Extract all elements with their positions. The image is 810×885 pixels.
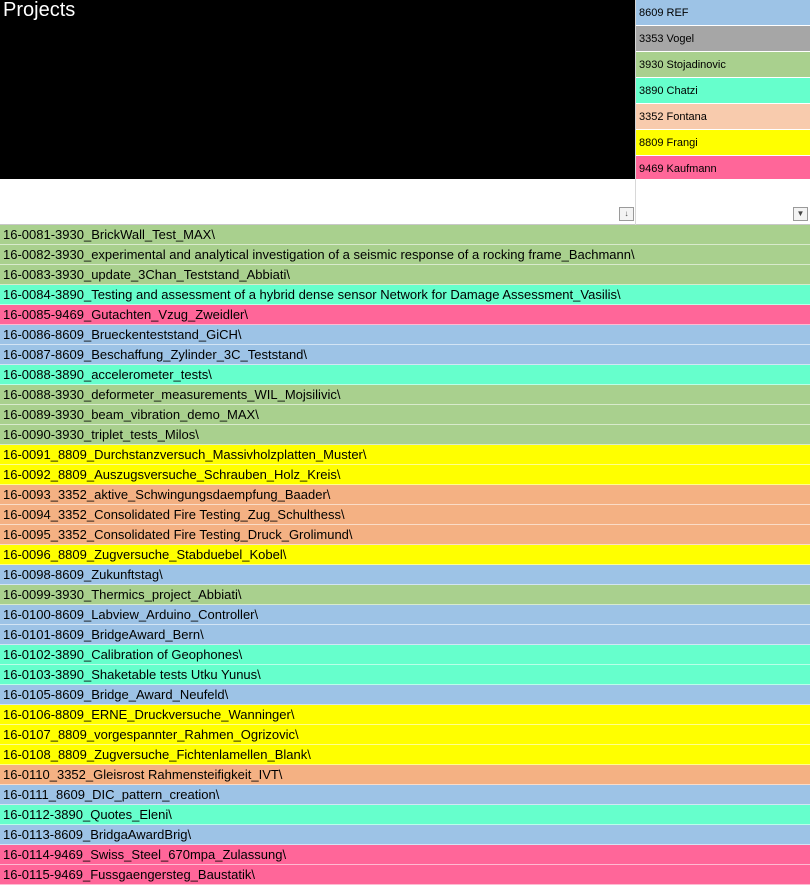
project-row[interactable]: 16-0081-3930_BrickWall_Test_MAX\: [0, 225, 810, 245]
project-row[interactable]: 16-0088-3890_accelerometer_tests\: [0, 365, 810, 385]
project-row[interactable]: 16-0107_8809_vorgespannter_Rahmen_Ogrizo…: [0, 725, 810, 745]
project-row[interactable]: 16-0106-8809_ERNE_Druckversuche_Wanninge…: [0, 705, 810, 725]
column-divider: [635, 179, 636, 225]
filter-dropdown-icon[interactable]: ▼: [793, 207, 808, 221]
legend-item[interactable]: 3353 Vogel: [636, 26, 810, 52]
project-row[interactable]: 16-0088-3930_deformeter_measurements_WIL…: [0, 385, 810, 405]
project-row[interactable]: 16-0113-8609_BridgaAwardBrig\: [0, 825, 810, 845]
page-title: Projects: [3, 0, 76, 21]
project-row[interactable]: 16-0103-3890_Shaketable tests Utku Yunus…: [0, 665, 810, 685]
project-row[interactable]: 16-0111_8609_DIC_pattern_creation\: [0, 785, 810, 805]
project-row[interactable]: 16-0115-9469_Fussgaengersteg_Baustatik\: [0, 865, 810, 885]
legend-item[interactable]: 8609 REF: [636, 0, 810, 26]
project-row[interactable]: 16-0108_8809_Zugversuche_Fichtenlamellen…: [0, 745, 810, 765]
project-list: 16-0081-3930_BrickWall_Test_MAX\ 16-0082-…: [0, 225, 810, 885]
project-row[interactable]: 16-0093_3352_aktive_Schwingungsdaempfung…: [0, 485, 810, 505]
legend-item[interactable]: 8809 Frangi: [636, 130, 810, 156]
project-row[interactable]: 16-0102-3890_Calibration of Geophones\: [0, 645, 810, 665]
project-row[interactable]: 16-0089-3930_beam_vibration_demo_MAX\: [0, 405, 810, 425]
project-row[interactable]: 16-0094_3352_Consolidated Fire Testing_Z…: [0, 505, 810, 525]
project-row[interactable]: 16-0110_3352_Gleisrost Rahmensteifigkeit…: [0, 765, 810, 785]
project-row[interactable]: 16-0096_8809_Zugversuche_Stabduebel_Kobe…: [0, 545, 810, 565]
legend-item[interactable]: 3890 Chatzi: [636, 78, 810, 104]
project-row[interactable]: 16-0090-3930_triplet_tests_Milos\: [0, 425, 810, 445]
project-row[interactable]: 16-0083-3930_update_3Chan_Teststand_Abbi…: [0, 265, 810, 285]
project-row[interactable]: 16-0095_3352_Consolidated Fire Testing_D…: [0, 525, 810, 545]
project-row[interactable]: 16-0105-8609_Bridge_Award_Neufeld\: [0, 685, 810, 705]
project-row[interactable]: 16-0084-3890_Testing and assessment of a…: [0, 285, 810, 305]
project-row[interactable]: 16-0085-9469_Gutachten_Vzug_Zweidler\: [0, 305, 810, 325]
legend-item[interactable]: 3930 Stojadinovic: [636, 52, 810, 78]
project-row[interactable]: 16-0114-9469_Swiss_Steel_670mpa_Zulassun…: [0, 845, 810, 865]
legend-item[interactable]: 3352 Fontana: [636, 104, 810, 130]
project-row[interactable]: 16-0087-8609_Beschaffung_Zylinder_3C_Tes…: [0, 345, 810, 365]
project-row[interactable]: 16-0112-3890_Quotes_Eleni\: [0, 805, 810, 825]
spreadsheet: Projects 8609 REF 3353 Vogel 3930 Stojadin…: [0, 0, 810, 885]
project-row[interactable]: 16-0092_8809_Auszugsversuche_Schrauben_H…: [0, 465, 810, 485]
project-row[interactable]: 16-0091_8809_Durchstanzversuch_Massivhol…: [0, 445, 810, 465]
sort-filter-icon[interactable]: ↓: [619, 207, 634, 221]
color-legend: 8609 REF 3353 Vogel 3930 Stojadinovic 3890 …: [635, 0, 810, 182]
project-row[interactable]: 16-0100-8609_Labview_Arduino_Controller\: [0, 605, 810, 625]
project-row[interactable]: 16-0101-8609_BridgeAward_Bern\: [0, 625, 810, 645]
project-row[interactable]: 16-0098-8609_Zukunftstag\: [0, 565, 810, 585]
project-row[interactable]: 16-0082-3930_experimental and analytical…: [0, 245, 810, 265]
filter-row: ↓ ▼: [0, 179, 810, 225]
project-row[interactable]: 16-0099-3930_Thermics_project_Abbiati\: [0, 585, 810, 605]
project-row[interactable]: 16-0086-8609_Brueckenteststand_GiCH\: [0, 325, 810, 345]
title-cell[interactable]: Projects: [0, 0, 635, 179]
